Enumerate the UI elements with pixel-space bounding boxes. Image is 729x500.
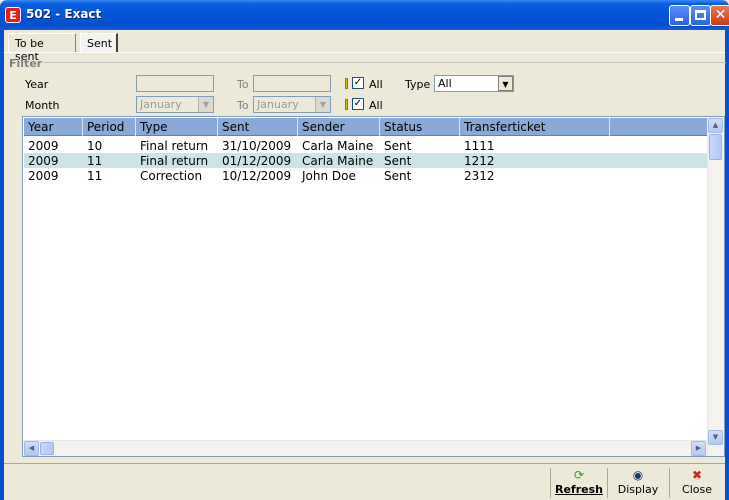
filter-group-label: Filter [9, 57, 43, 70]
tab-to-be-sent[interactable]: To be sent [8, 33, 76, 63]
vertical-scrollbar[interactable]: ▲ ▼ [707, 117, 724, 456]
title-bar[interactable]: E 502 - Exact ✕ [0, 0, 729, 30]
vertical-scroll-thumb[interactable] [709, 134, 722, 160]
cell-period: 10 [87, 139, 103, 153]
month-to-value: January [257, 98, 299, 111]
refresh-icon: ⟳ [573, 468, 585, 482]
close-icon: ✕ [714, 7, 727, 23]
column-header-type[interactable]: Type [136, 118, 218, 136]
cell-type: Final return [140, 139, 209, 153]
close-button[interactable]: ✖ Close [672, 468, 722, 498]
year-to-input[interactable] [253, 75, 331, 92]
close-x-icon: ✖ [691, 468, 703, 482]
filter-divider [44, 62, 726, 63]
column-header-sent[interactable]: Sent [218, 118, 298, 136]
column-header-transferticket[interactable]: Transferticket [460, 118, 610, 136]
month-from-select[interactable]: January ▼ [136, 96, 214, 113]
tab-sent[interactable]: Sent [80, 33, 118, 53]
cell-transferticket: 1111 [464, 139, 495, 153]
close-label: Close [682, 483, 712, 496]
column-header-year[interactable]: Year [24, 118, 83, 136]
cell-transferticket: 2312 [464, 169, 495, 183]
month-to-label: To [237, 99, 249, 112]
scroll-down-icon[interactable]: ▼ [708, 430, 723, 445]
exact-app-icon[interactable]: E [5, 7, 21, 23]
month-from-value: January [140, 98, 182, 111]
month-all-checkbox[interactable]: ✓ [352, 98, 364, 110]
cell-transferticket: 1212 [464, 154, 495, 168]
scroll-right-icon[interactable]: ▶ [691, 441, 706, 456]
window-title: 502 - Exact [26, 7, 102, 21]
year-all-checkbox[interactable]: ✓ [352, 77, 364, 89]
month-marker-icon [345, 99, 348, 110]
type-select[interactable]: All ▼ [434, 75, 514, 92]
chevron-down-icon[interactable]: ▼ [498, 76, 513, 91]
cell-year: 2009 [28, 154, 59, 168]
type-select-value: All [438, 77, 452, 90]
type-label: Type [405, 78, 431, 91]
month-to-select[interactable]: January ▼ [253, 96, 331, 113]
month-all-label: All [369, 99, 383, 112]
table-row[interactable]: 2009 10 Final return 31/10/2009 Carla Ma… [24, 138, 708, 153]
cell-sent: 31/10/2009 [222, 139, 292, 153]
minimize-icon [675, 18, 683, 21]
window-border-left [0, 30, 4, 500]
year-to-label: To [237, 78, 249, 91]
table-row[interactable]: 2009 11 Correction 10/12/2009 John Doe S… [24, 168, 708, 183]
cell-status: Sent [384, 139, 412, 153]
grid-header: Year Period Type Sent Sender Status Tran… [24, 118, 708, 136]
eye-icon: ◉ [632, 468, 644, 482]
cell-year: 2009 [28, 139, 59, 153]
cell-sent: 10/12/2009 [222, 169, 292, 183]
scroll-up-icon[interactable]: ▲ [708, 118, 723, 133]
year-from-input[interactable] [136, 75, 214, 92]
chevron-down-icon[interactable]: ▼ [315, 97, 330, 112]
cell-sent: 01/12/2009 [222, 154, 292, 168]
refresh-label: Refresh [555, 483, 603, 496]
cell-year: 2009 [28, 169, 59, 183]
cell-sender: Carla Maine [302, 154, 374, 168]
minimize-button[interactable] [669, 5, 690, 26]
year-all-label: All [369, 78, 383, 91]
display-label: Display [617, 483, 659, 496]
cell-period: 11 [87, 154, 103, 168]
chevron-down-icon[interactable]: ▼ [198, 97, 213, 112]
cell-sender: Carla Maine [302, 139, 374, 153]
cell-type: Final return [140, 154, 209, 168]
scroll-left-icon[interactable]: ◀ [24, 441, 39, 456]
cell-type: Correction [140, 169, 203, 183]
sent-returns-grid[interactable]: Year Period Type Sent Sender Status Tran… [22, 116, 725, 457]
cell-status: Sent [384, 154, 412, 168]
maximize-icon [695, 10, 706, 20]
column-header-filler [610, 118, 708, 136]
table-row[interactable]: 2009 11 Final return 01/12/2009 Carla Ma… [24, 153, 708, 168]
window-border-right [725, 30, 729, 500]
toolbar-separator [4, 463, 725, 464]
toolbar-divider [607, 468, 608, 498]
refresh-button[interactable]: ⟳ Refresh [553, 468, 605, 498]
year-label: Year [25, 78, 49, 91]
horizontal-scroll-thumb[interactable] [40, 442, 54, 455]
cell-period: 11 [87, 169, 103, 183]
year-marker-icon [345, 78, 348, 89]
month-label: Month [25, 99, 60, 112]
close-window-button[interactable]: ✕ [710, 5, 729, 26]
column-header-period[interactable]: Period [83, 118, 136, 136]
column-header-sender[interactable]: Sender [298, 118, 380, 136]
maximize-button[interactable] [690, 5, 711, 26]
cell-status: Sent [384, 169, 412, 183]
cell-sender: John Doe [302, 169, 356, 183]
display-button[interactable]: ◉ Display [610, 468, 666, 498]
column-header-status[interactable]: Status [380, 118, 460, 136]
tab-strip-line [4, 52, 725, 53]
toolbar-divider [669, 468, 670, 498]
toolbar-divider [550, 468, 551, 498]
horizontal-scrollbar[interactable]: ◀ ▶ [23, 440, 707, 456]
